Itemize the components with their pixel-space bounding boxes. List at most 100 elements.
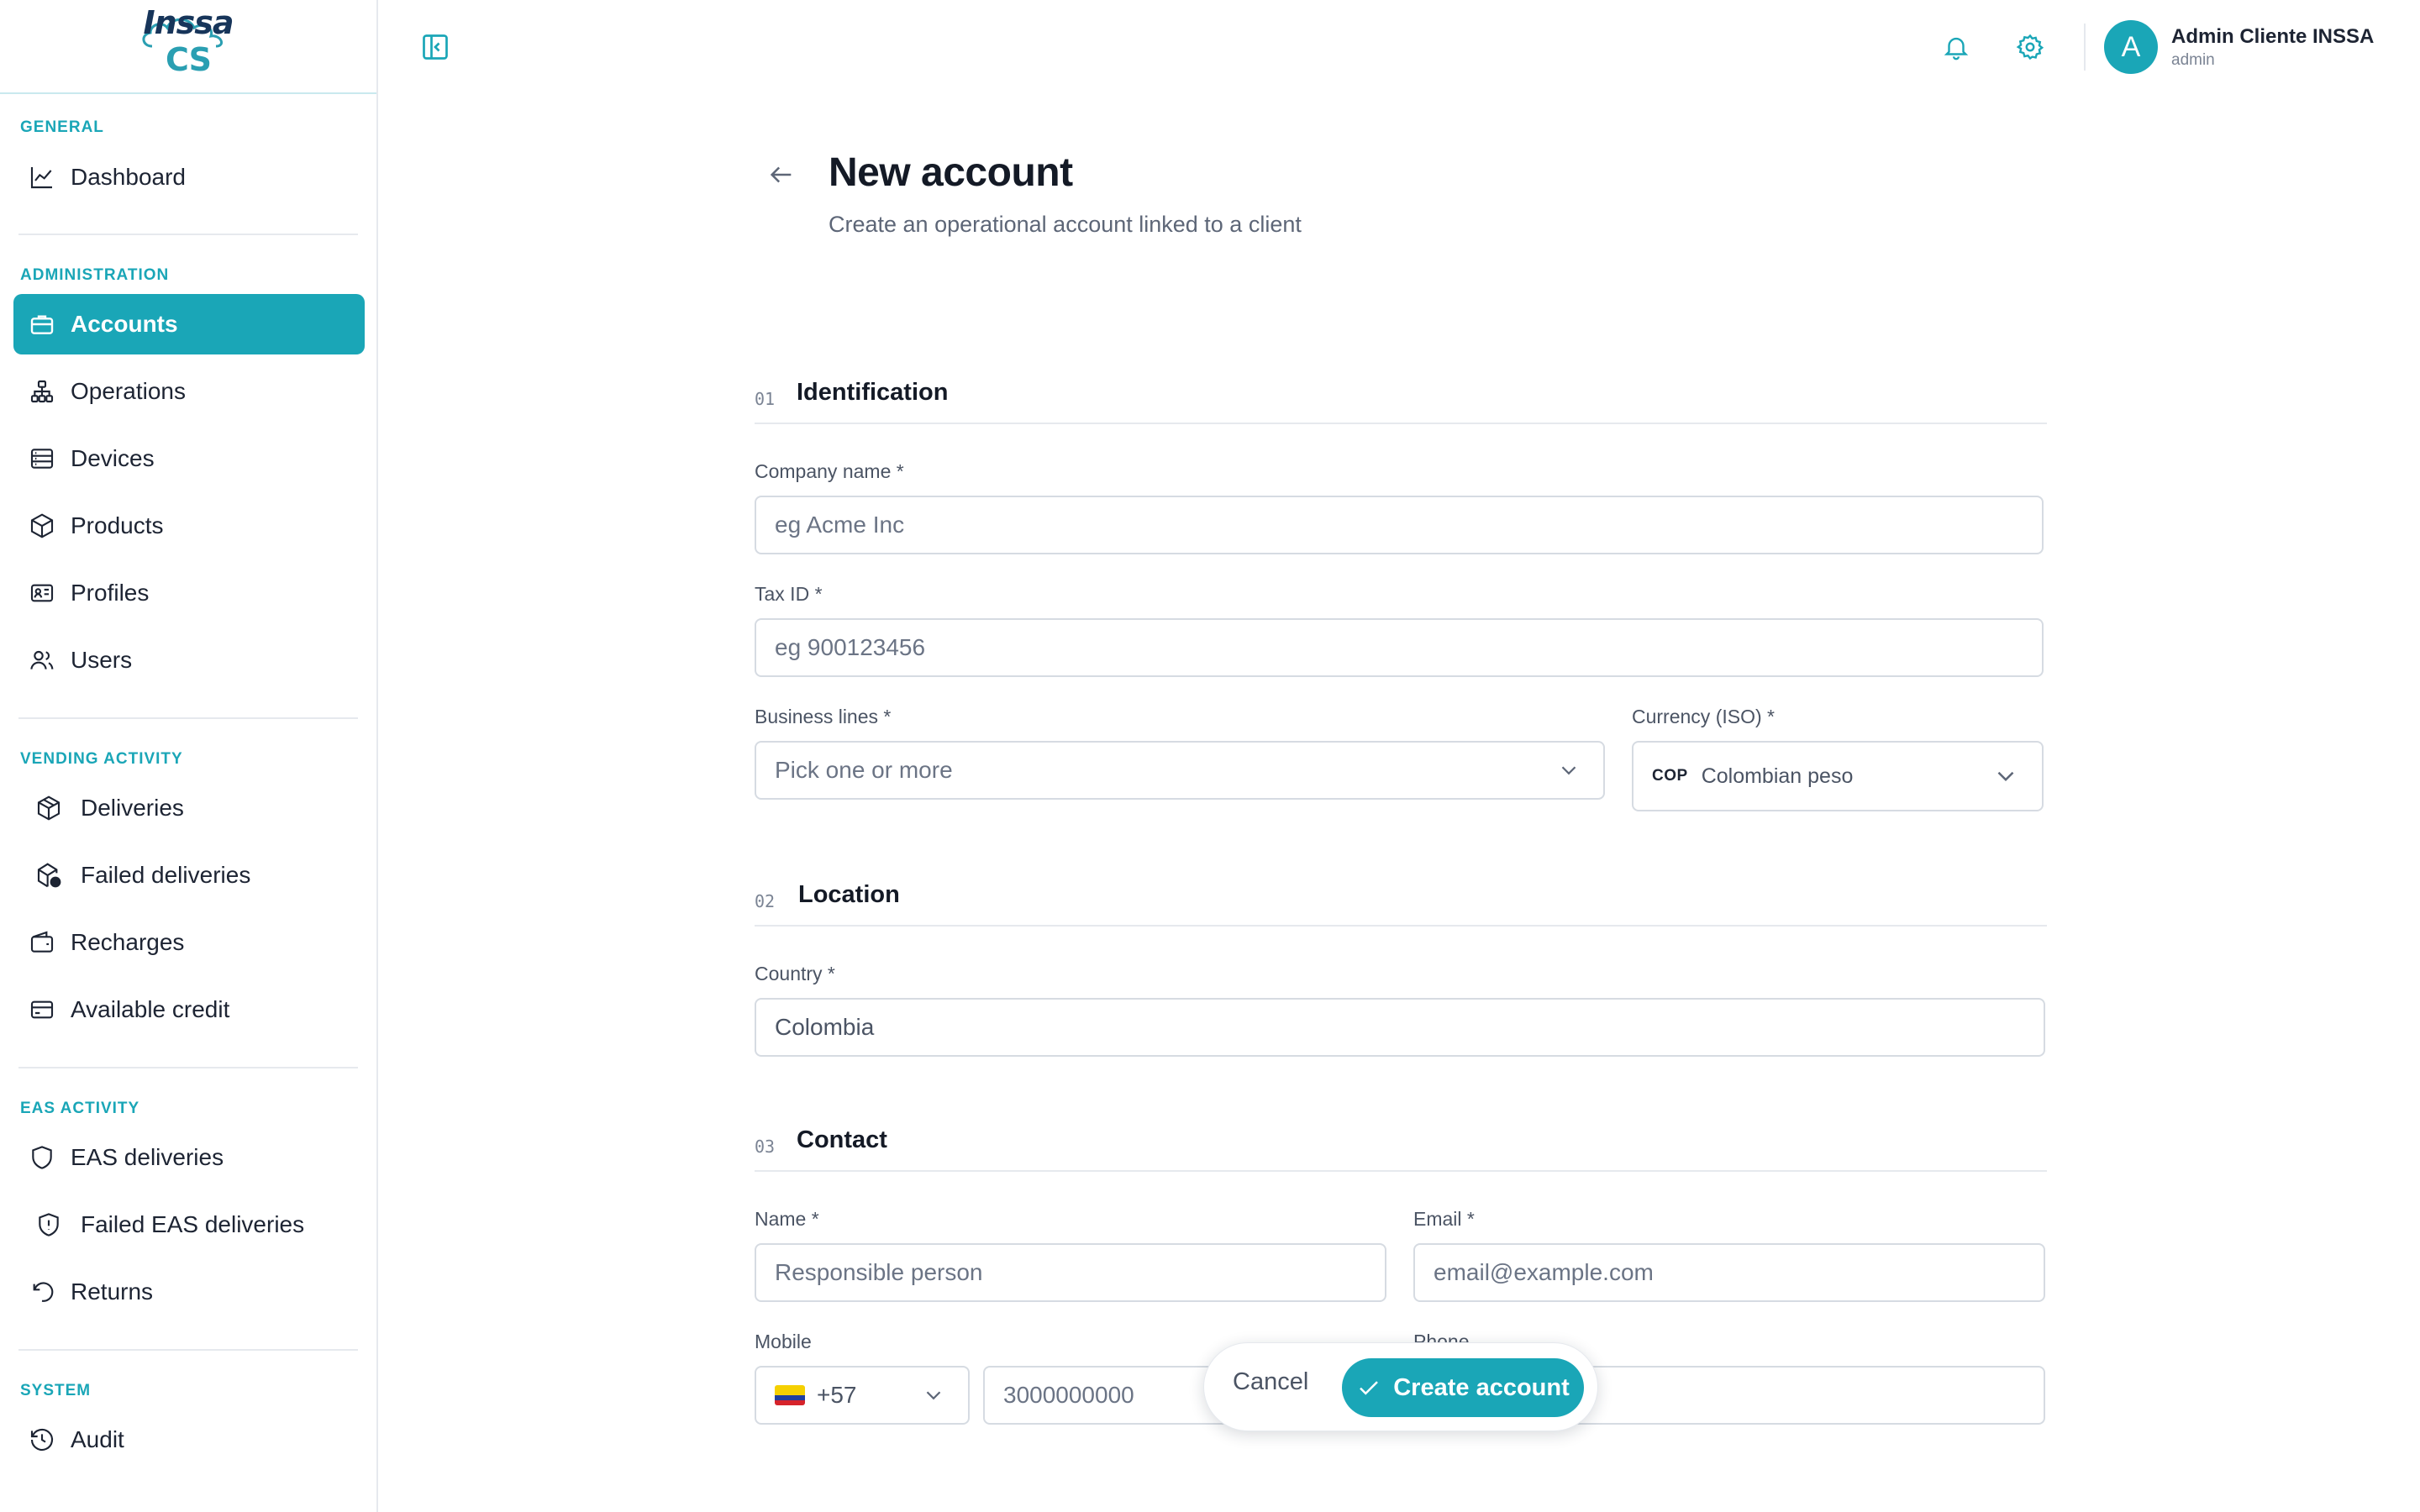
sidebar-divider bbox=[18, 1067, 358, 1068]
notifications-button[interactable] bbox=[1939, 30, 1973, 64]
page-title: New account bbox=[829, 150, 1073, 195]
settings-button[interactable] bbox=[2013, 30, 2047, 64]
section-title-general: GENERAL bbox=[20, 118, 104, 136]
currency-label: Currency (ISO) * bbox=[1632, 706, 1775, 727]
sidebar-item-recharges[interactable]: Recharges bbox=[13, 912, 365, 973]
section-title-location: Location bbox=[798, 881, 900, 908]
back-button[interactable] bbox=[763, 156, 800, 193]
panel-collapse-icon bbox=[423, 34, 448, 60]
wallet-icon bbox=[25, 926, 59, 959]
sidebar-item-products[interactable]: Products bbox=[13, 496, 365, 556]
avatar[interactable]: A bbox=[2104, 20, 2158, 74]
sidebar-item-dashboard[interactable]: Dashboard bbox=[13, 147, 365, 207]
sidebar-item-deliveries[interactable]: Deliveries bbox=[13, 778, 365, 838]
section-title-eas-activity: EAS ACTIVITY bbox=[20, 1100, 140, 1117]
sidebar-divider bbox=[18, 1349, 358, 1351]
chevron-down-icon bbox=[1997, 771, 2014, 782]
package-icon bbox=[32, 791, 66, 825]
sidebar-item-label: Users bbox=[71, 647, 133, 673]
dial-code-value: +57 bbox=[817, 1382, 857, 1408]
company-name-placeholder: eg Acme Inc bbox=[775, 512, 905, 538]
contact-name-placeholder: Responsible person bbox=[775, 1259, 983, 1285]
chevron-down-icon bbox=[1561, 766, 1576, 775]
section-title-system: SYSTEM bbox=[20, 1382, 92, 1399]
section-divider bbox=[755, 925, 2047, 927]
sidebar-item-users[interactable]: Users bbox=[13, 630, 365, 690]
sidebar-item-accounts[interactable]: Accounts bbox=[13, 294, 365, 354]
sidebar-item-label: Deliveries bbox=[81, 795, 184, 821]
currency-select[interactable]: COP Colombian peso bbox=[1632, 741, 2044, 811]
colombia-flag-icon bbox=[775, 1385, 805, 1405]
currency-name: Colombian peso bbox=[1701, 764, 1854, 788]
sidebar-item-label: Products bbox=[71, 512, 164, 538]
section-title-contact: Contact bbox=[797, 1126, 887, 1153]
sidebar-item-label: EAS deliveries bbox=[71, 1144, 224, 1170]
sidebar-item-operations[interactable]: Operations bbox=[13, 361, 365, 422]
section-number: 02 bbox=[755, 891, 776, 911]
currency-code: COP bbox=[1652, 767, 1688, 785]
email-label: Email * bbox=[1413, 1208, 1475, 1230]
mobile-placeholder: 3000000000 bbox=[1003, 1382, 1134, 1408]
check-icon bbox=[1360, 1381, 1379, 1395]
country-value: Colombia bbox=[775, 1014, 875, 1040]
gear-icon bbox=[2016, 34, 2044, 60]
contact-name-label: Name * bbox=[755, 1208, 819, 1230]
sidebar-item-eas-deliveries[interactable]: EAS deliveries bbox=[13, 1127, 365, 1188]
bell-icon bbox=[1944, 37, 1969, 60]
sidebar-item-label: Available credit bbox=[71, 996, 230, 1022]
page-subtitle: Create an operational account linked to … bbox=[829, 212, 1302, 237]
sidebar-item-label: Failed EAS deliveries bbox=[81, 1211, 305, 1237]
briefcase-icon bbox=[25, 307, 59, 341]
sidebar-item-audit[interactable]: Audit bbox=[13, 1410, 365, 1470]
business-lines-select[interactable]: Pick one or more bbox=[755, 741, 1605, 800]
sidebar-item-failed-deliveries[interactable]: Failed deliveries bbox=[13, 845, 365, 906]
sidebar-item-label: Returns bbox=[71, 1278, 154, 1305]
logo-text: Inssa CS bbox=[143, 4, 234, 78]
server-icon bbox=[25, 442, 59, 475]
history-icon bbox=[25, 1423, 59, 1457]
email-input[interactable]: email@example.com bbox=[1413, 1243, 2045, 1302]
create-account-button[interactable]: Create account bbox=[1342, 1358, 1584, 1417]
tax-id-placeholder: eg 900123456 bbox=[775, 634, 926, 660]
create-account-label: Create account bbox=[1393, 1373, 1570, 1401]
hierarchy-icon bbox=[25, 375, 59, 408]
sidebar-item-devices[interactable]: Devices bbox=[13, 428, 365, 489]
company-name-input[interactable]: eg Acme Inc bbox=[755, 496, 2044, 554]
sidebar-item-label: Dashboard bbox=[71, 164, 186, 190]
sidebar-item-available-credit[interactable]: Available credit bbox=[13, 979, 365, 1040]
section-title-administration: ADMINISTRATION bbox=[20, 266, 170, 284]
chart-line-icon bbox=[25, 160, 59, 194]
floating-action-bar: Cancel Create account bbox=[1203, 1342, 1598, 1431]
contact-name-input[interactable]: Responsible person bbox=[755, 1243, 1386, 1302]
sidebar-item-label: Recharges bbox=[71, 929, 185, 955]
chevron-down-icon bbox=[926, 1391, 941, 1400]
tax-id-label: Tax ID * bbox=[755, 583, 823, 605]
topbar-separator bbox=[2084, 24, 2086, 71]
users-icon bbox=[25, 643, 59, 677]
brand-logo[interactable]: Inssa CS bbox=[134, 4, 243, 78]
box-icon bbox=[25, 509, 59, 543]
sidebar-item-returns[interactable]: Returns bbox=[13, 1262, 365, 1322]
sidebar-item-label: Accounts bbox=[71, 311, 178, 337]
country-input[interactable]: Colombia bbox=[755, 998, 2045, 1057]
user-role: admin bbox=[2171, 51, 2215, 69]
cancel-button[interactable]: Cancel bbox=[1233, 1368, 1308, 1396]
country-label: Country * bbox=[755, 963, 835, 984]
sidebar: Inssa CS GENERAL Dashboard ADMINISTRATIO… bbox=[0, 0, 378, 1512]
section-divider bbox=[755, 423, 2047, 424]
dial-code-select[interactable]: +57 bbox=[755, 1366, 970, 1425]
tax-id-input[interactable]: eg 900123456 bbox=[755, 618, 2044, 677]
arrow-left-icon bbox=[770, 166, 792, 183]
sidebar-item-profiles[interactable]: Profiles bbox=[13, 563, 365, 623]
section-divider bbox=[755, 1170, 2047, 1172]
credit-card-icon bbox=[25, 993, 59, 1026]
sidebar-item-label: Failed deliveries bbox=[81, 862, 251, 888]
sidebar-toggle-button[interactable] bbox=[418, 30, 452, 64]
logo-area: Inssa CS bbox=[0, 0, 376, 94]
undo-icon bbox=[25, 1275, 59, 1309]
shield-alert-icon bbox=[32, 1208, 66, 1242]
section-number: 01 bbox=[755, 389, 776, 409]
sidebar-item-failed-eas-deliveries[interactable]: Failed EAS deliveries bbox=[13, 1194, 365, 1255]
package-alert-icon bbox=[32, 858, 66, 892]
sidebar-divider bbox=[18, 717, 358, 719]
